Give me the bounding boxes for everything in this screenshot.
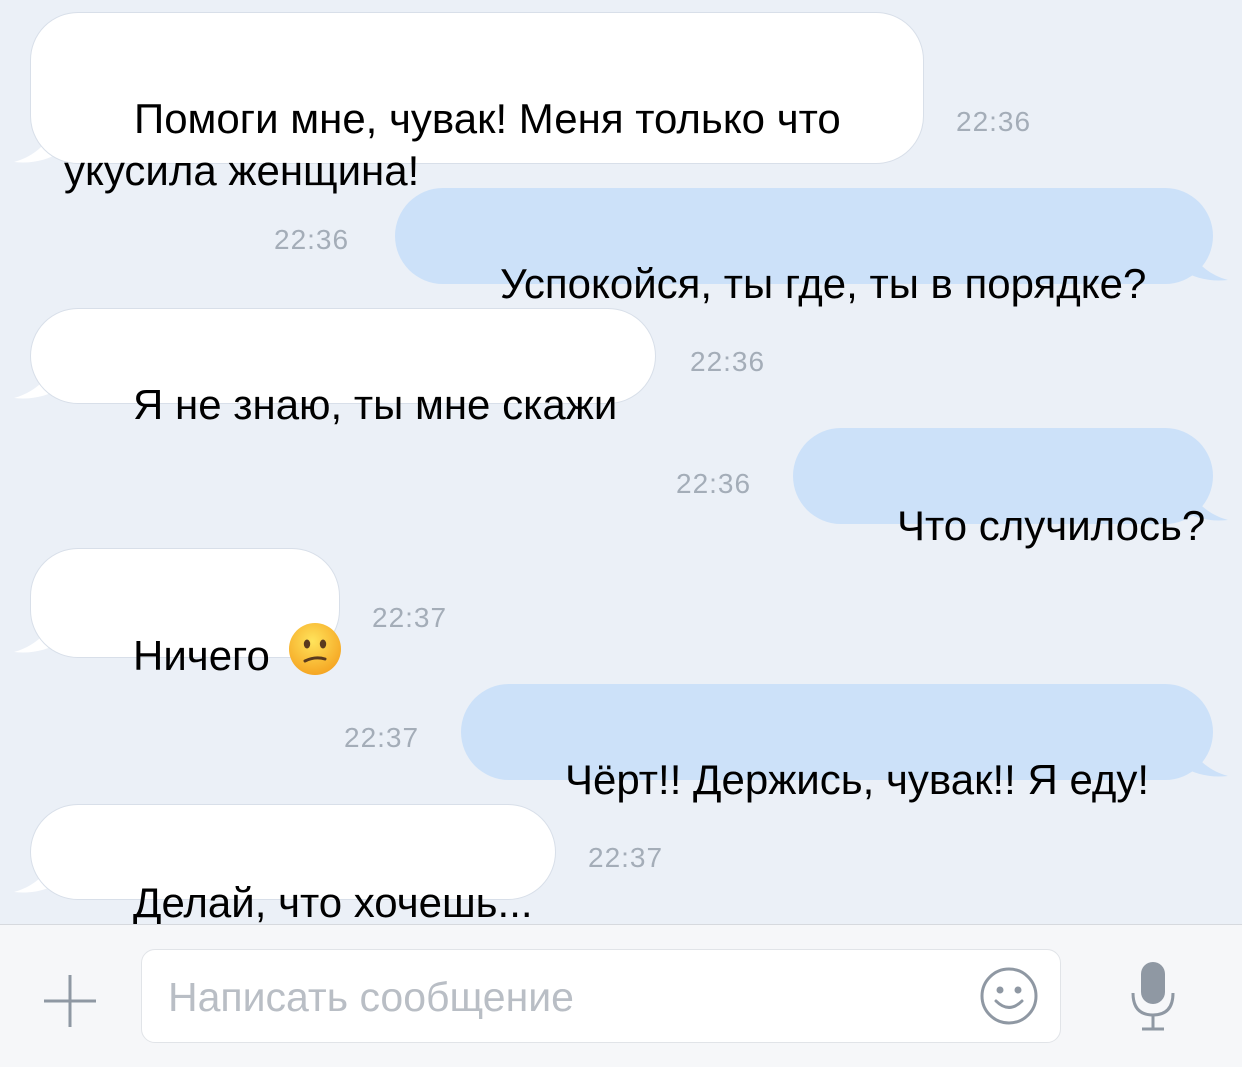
message-composer — [0, 924, 1242, 1067]
message-bubble[interactable]: Делай, что хочешь... — [30, 804, 556, 924]
plus-icon — [44, 975, 96, 1027]
message-input[interactable] — [166, 950, 960, 1044]
message-text: Делай, что хочешь... — [133, 879, 533, 924]
emoji-button[interactable] — [978, 965, 1040, 1027]
smiley-icon — [980, 967, 1038, 1025]
attach-button[interactable] — [34, 965, 106, 1037]
message-list: Помоги мне, чувак! Меня только что укуси… — [0, 0, 1242, 924]
voice-message-button[interactable] — [1128, 959, 1178, 1033]
message-incoming: Делай, что хочешь... 22:37 — [0, 0, 1242, 924]
microphone-icon — [1131, 962, 1175, 1031]
message-time: 22:37 — [588, 842, 664, 873]
message-input-container[interactable] — [141, 949, 1061, 1044]
